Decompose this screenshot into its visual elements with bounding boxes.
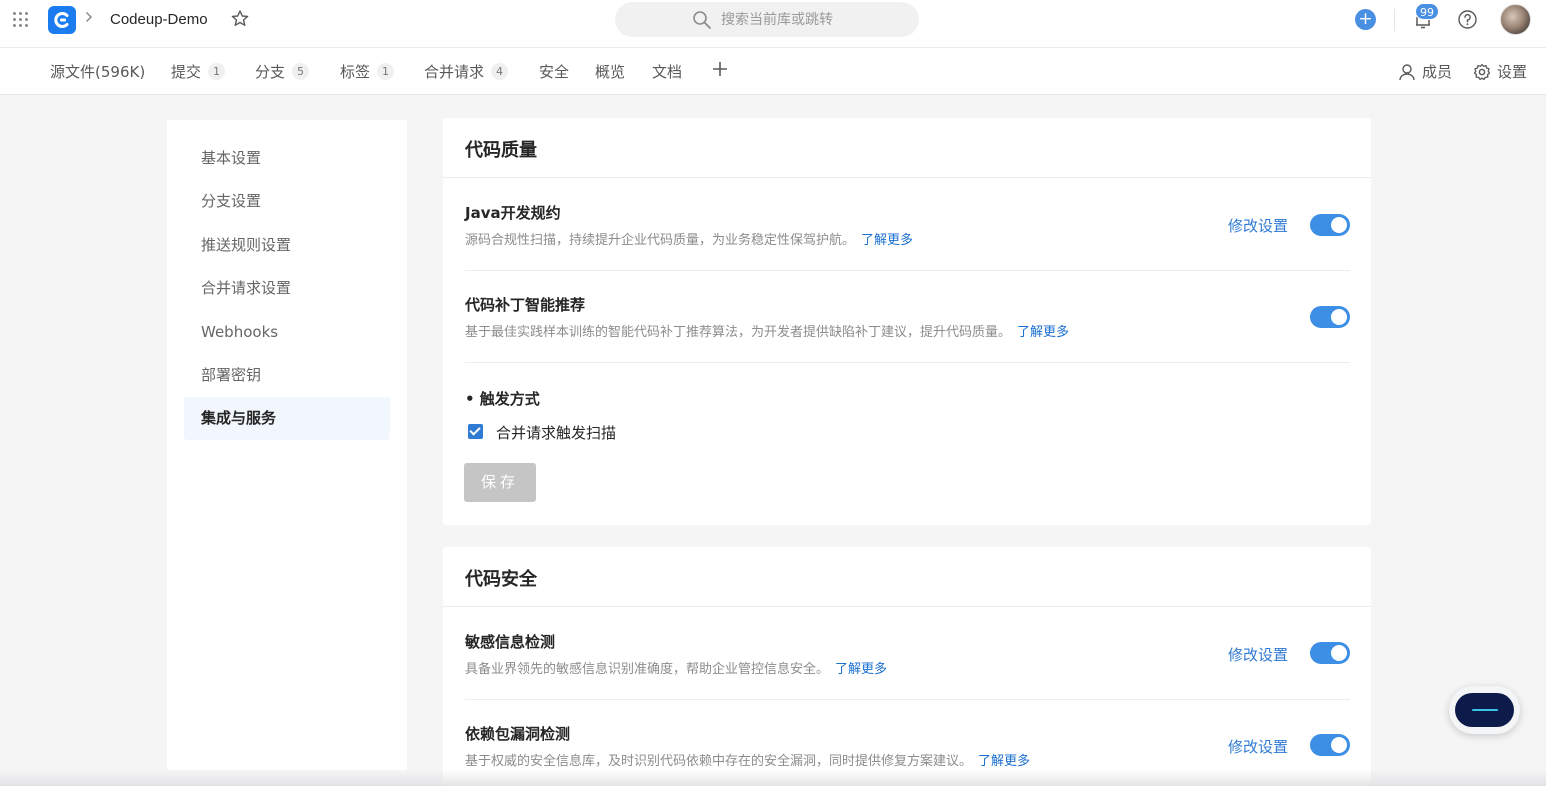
members-label: 成员 [1422, 63, 1453, 81]
user-icon [1399, 63, 1415, 80]
learn-more-link[interactable]: 了解更多 [861, 233, 913, 248]
settings-sidebar: 基本设置 分支设置 推送规则设置 合并请求设置 Webhooks 部署密钥 集成… [167, 120, 407, 770]
item-description: 基于最佳实践样本训练的智能代码补丁推荐算法，为开发者提供缺陷补丁建议，提升代码质… [465, 321, 1069, 340]
modify-settings-link[interactable]: 修改设置 [1228, 215, 1288, 236]
item-title: 代码补丁智能推荐 [465, 296, 586, 314]
java-spec-toggle[interactable] [1310, 214, 1350, 236]
tab-label: 安全 [539, 63, 570, 81]
star-icon[interactable] [230, 9, 250, 29]
assistant-float-button[interactable] [1449, 686, 1520, 734]
sensitive-info-toggle[interactable] [1310, 642, 1350, 664]
tab-merge-requests[interactable]: 合并请求 4 [424, 61, 509, 82]
tab-branches[interactable]: 分支 5 [255, 61, 310, 82]
tab-docs[interactable]: 文档 [652, 61, 682, 82]
trigger-mode-title: • 触发方式 [465, 390, 540, 408]
tab-label: 分支 [255, 63, 286, 81]
bottom-shadow [0, 770, 1546, 786]
tab-security[interactable]: 安全 [539, 61, 569, 82]
tab-label: 提交 [171, 63, 202, 81]
sidebar-item-branch-settings[interactable]: 分支设置 [184, 180, 390, 223]
gear-icon [1473, 63, 1491, 80]
notification-count-badge[interactable]: 99 [1415, 3, 1439, 20]
description-text: 源码合规性扫描，持续提升企业代码质量，为业务稳定性保驾护航。 [465, 233, 856, 248]
item-title: 敏感信息检测 [465, 633, 556, 651]
item-description: 具备业界领先的敏感信息识别准确度，帮助企业管控信息安全。 了解更多 [465, 658, 887, 677]
modify-settings-link[interactable]: 修改设置 [1228, 736, 1288, 757]
save-button[interactable]: 保存 [464, 463, 536, 502]
description-text: 基于权威的安全信息库，及时识别代码依赖中存在的安全漏洞，同时提供修复方案建议。 [465, 754, 973, 769]
codeup-logo-icon[interactable] [48, 6, 76, 34]
item-title: 依赖包漏洞检测 [465, 725, 571, 743]
repo-tab-bar: 源文件(596K) 提交 1 分支 5 标签 1 合并请求 4 安全 概览 文档… [0, 48, 1546, 95]
top-bar: Codeup-Demo + 99 [0, 0, 1546, 48]
assistant-icon [1455, 693, 1514, 727]
tab-count-badge: 1 [377, 63, 395, 80]
learn-more-link[interactable]: 了解更多 [1017, 325, 1069, 340]
learn-more-link[interactable]: 了解更多 [835, 662, 887, 677]
tab-count-badge: 1 [208, 63, 226, 80]
item-title: Java开发规约 [465, 204, 561, 222]
sidebar-item-basic-settings[interactable]: 基本设置 [184, 137, 390, 180]
search-input[interactable] [721, 9, 901, 31]
divider [465, 362, 1350, 363]
tab-tags[interactable]: 标签 1 [340, 61, 395, 82]
item-description: 源码合规性扫描，持续提升企业代码质量，为业务稳定性保驾护航。 了解更多 [465, 229, 913, 248]
item-description: 基于权威的安全信息库，及时识别代码依赖中存在的安全漏洞，同时提供修复方案建议。了… [465, 750, 1030, 769]
sidebar-item-push-rules[interactable]: 推送规则设置 [184, 224, 390, 267]
learn-more-link[interactable]: 了解更多 [978, 754, 1030, 769]
repo-name[interactable]: Codeup-Demo [110, 11, 208, 28]
sidebar-item-deploy-keys[interactable]: 部署密钥 [184, 354, 390, 397]
members-button[interactable]: 成员 [1398, 61, 1452, 82]
merge-request-trigger-checkbox[interactable] [468, 424, 483, 439]
tab-overview[interactable]: 概览 [595, 61, 625, 82]
tab-commits[interactable]: 提交 1 [171, 61, 226, 82]
header-divider [1394, 9, 1395, 31]
divider [443, 606, 1371, 607]
section-title: 代码质量 [465, 140, 537, 161]
settings-button[interactable]: 设置 [1473, 61, 1527, 82]
search-bar[interactable] [615, 2, 919, 37]
dependency-vuln-toggle[interactable] [1310, 734, 1350, 756]
create-plus-button[interactable]: + [1355, 9, 1376, 30]
section-title: 代码安全 [465, 569, 537, 590]
tab-label: 标签 [340, 63, 371, 81]
apps-grid-icon[interactable] [13, 12, 29, 28]
user-avatar[interactable] [1500, 4, 1531, 35]
modify-settings-link[interactable]: 修改设置 [1228, 644, 1288, 665]
patch-recommend-toggle[interactable] [1310, 306, 1350, 328]
tab-label: 合并请求 [424, 63, 485, 81]
sidebar-item-merge-request-settings[interactable]: 合并请求设置 [184, 267, 390, 310]
help-icon[interactable] [1457, 9, 1478, 30]
tab-label: 概览 [595, 63, 626, 81]
divider [465, 699, 1350, 700]
divider [465, 270, 1350, 271]
description-text: 基于最佳实践样本训练的智能代码补丁推荐算法，为开发者提供缺陷补丁建议，提升代码质… [465, 325, 1012, 340]
sidebar-item-integrations[interactable]: 集成与服务 [184, 397, 390, 440]
description-text: 具备业界领先的敏感信息识别准确度，帮助企业管控信息安全。 [465, 662, 830, 677]
checkbox-label[interactable]: 合并请求触发扫描 [496, 422, 616, 443]
tab-count-badge: 5 [292, 63, 310, 80]
code-security-card: 代码安全 敏感信息检测 具备业界领先的敏感信息识别准确度，帮助企业管控信息安全。… [443, 547, 1371, 786]
code-quality-card: 代码质量 Java开发规约 源码合规性扫描，持续提升企业代码质量，为业务稳定性保… [443, 118, 1371, 525]
settings-label: 设置 [1497, 63, 1528, 81]
search-icon [692, 10, 712, 30]
sidebar-item-webhooks[interactable]: Webhooks [184, 311, 390, 354]
tab-label: 源文件(596K) [50, 63, 146, 81]
tab-source-files[interactable]: 源文件(596K) [50, 61, 145, 82]
tab-count-badge: 4 [491, 63, 509, 80]
add-tab-plus-icon[interactable] [711, 60, 729, 82]
tab-label: 文档 [652, 63, 683, 81]
breadcrumb-chevron-icon [85, 11, 93, 27]
divider [443, 177, 1371, 178]
